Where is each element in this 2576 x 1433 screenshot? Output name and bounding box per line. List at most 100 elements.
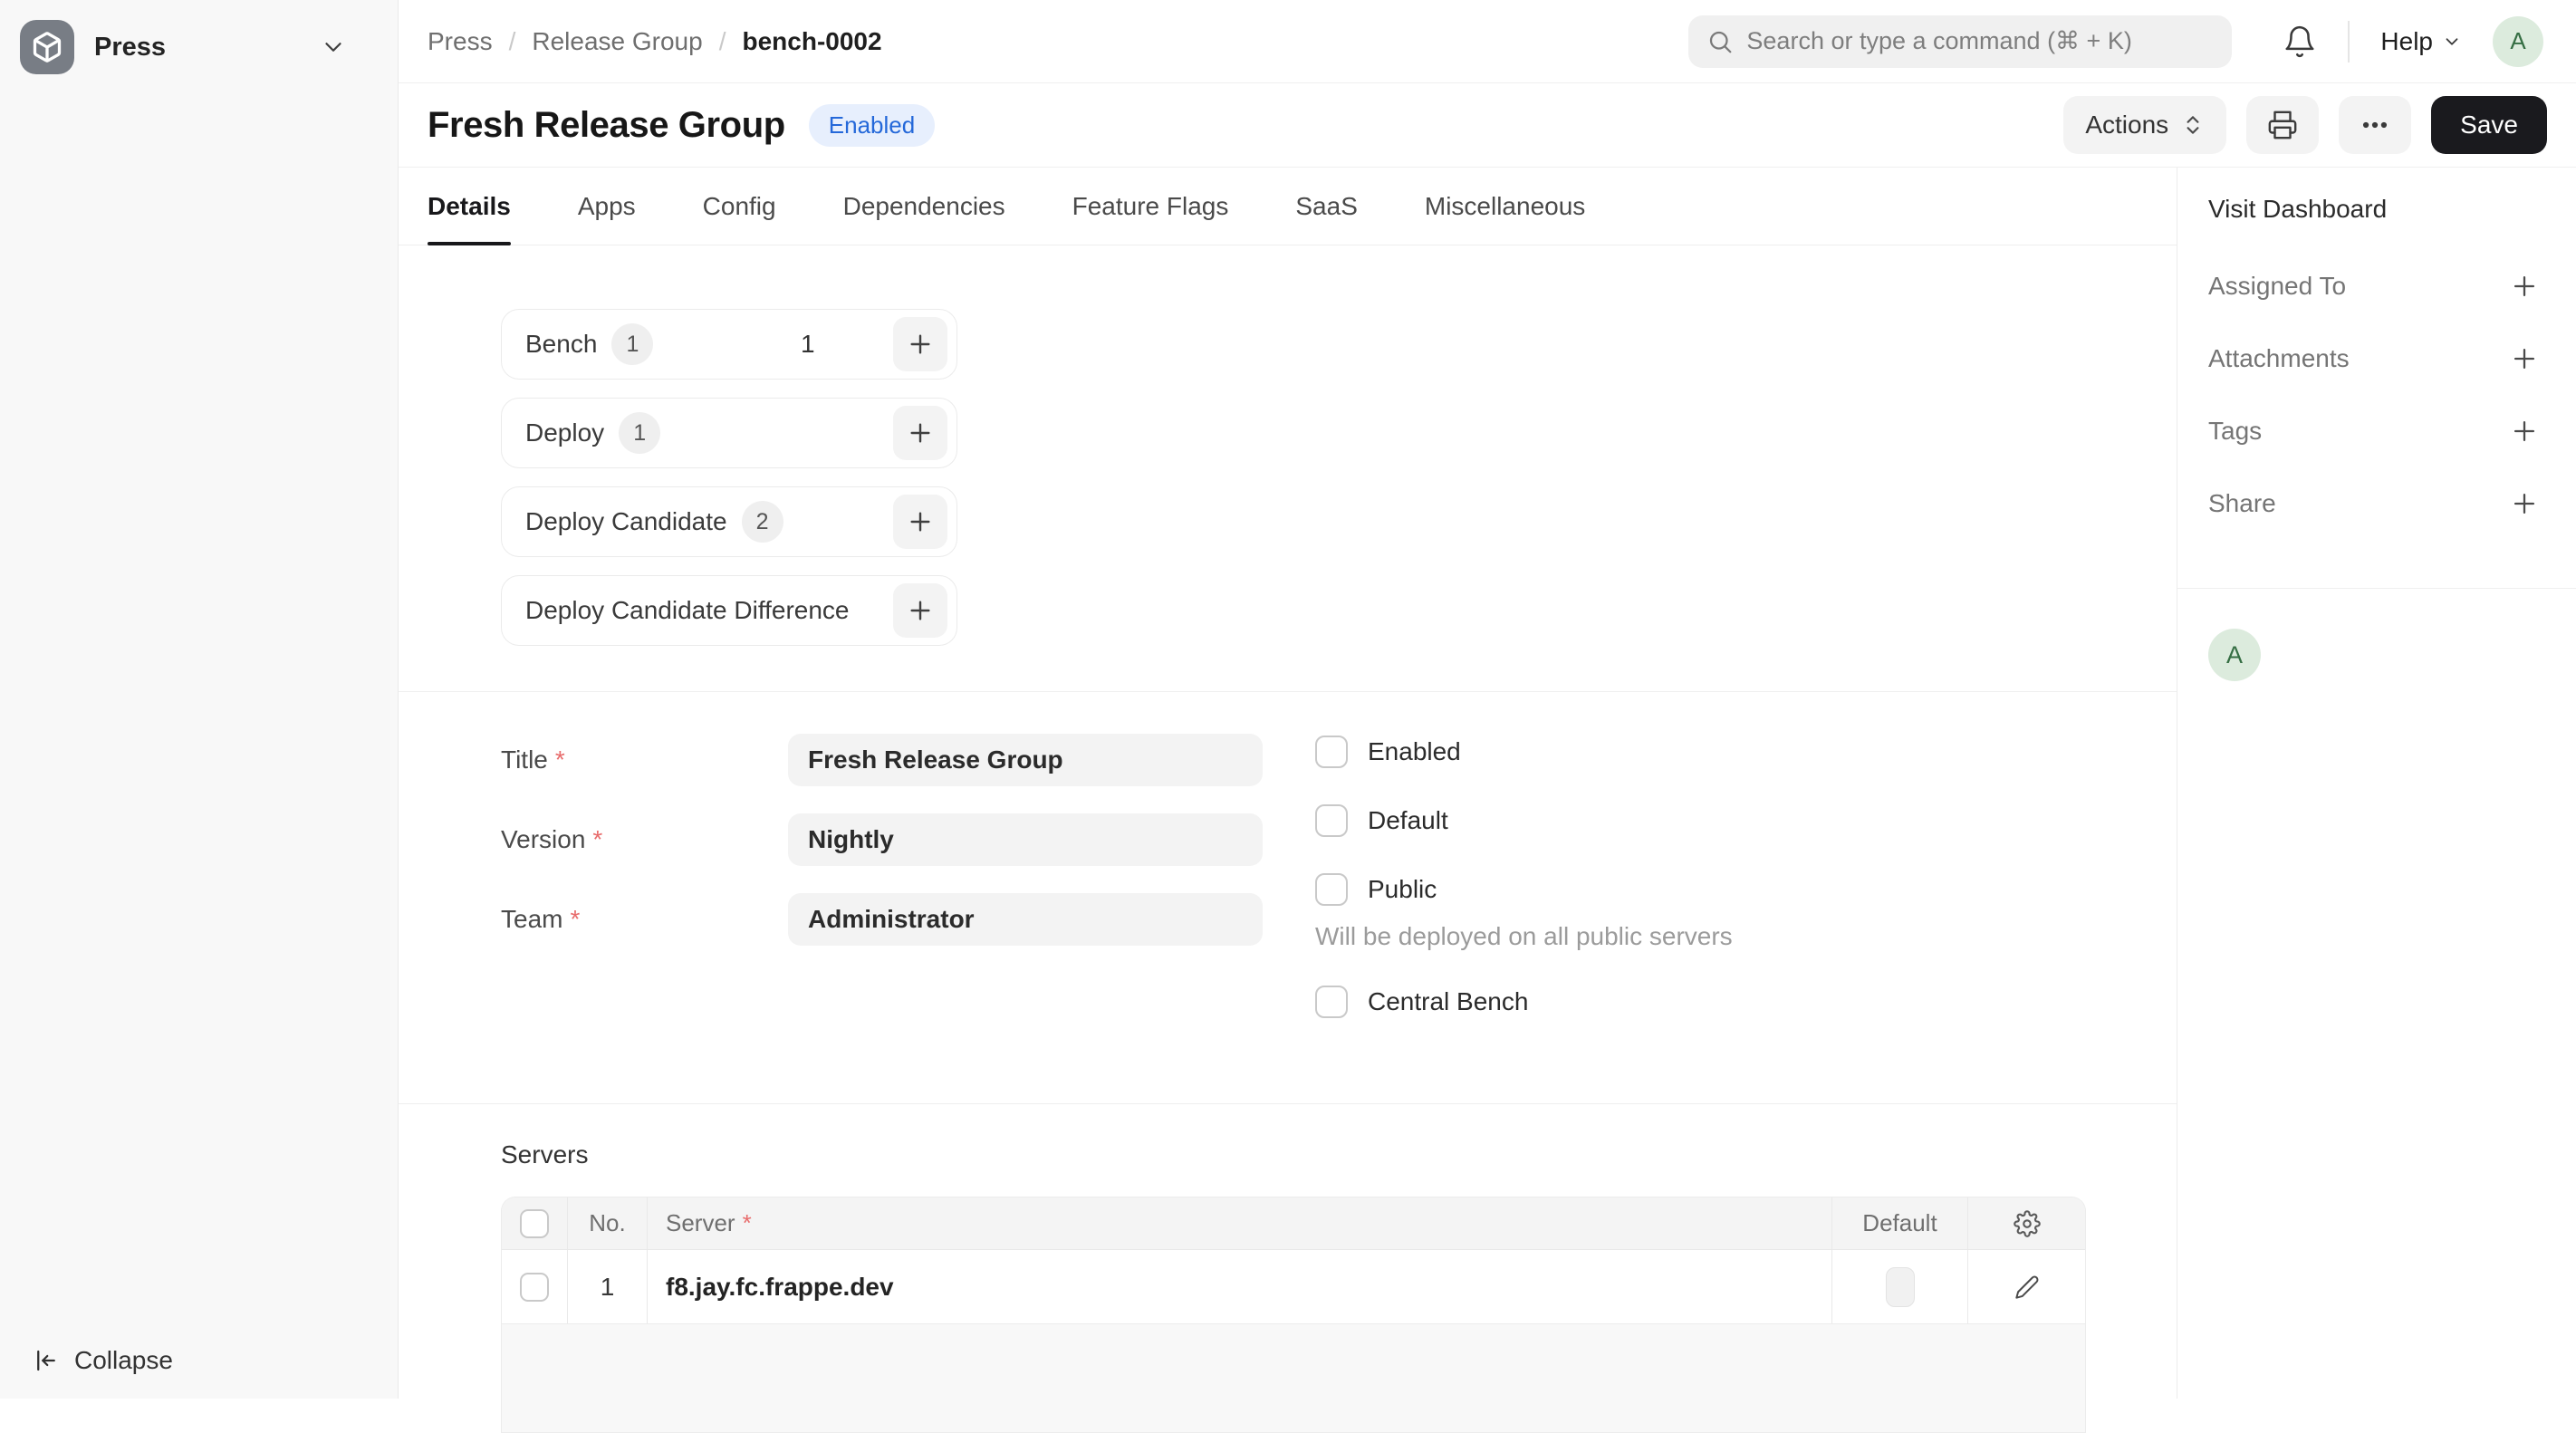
pencil-icon (2014, 1274, 2040, 1300)
save-button[interactable]: Save (2431, 96, 2547, 154)
actions-dropdown-button[interactable]: Actions (2063, 96, 2226, 154)
global-search[interactable] (1688, 15, 2232, 68)
document-header: Fresh Release Group Enabled Actions (399, 83, 2576, 168)
row-select-cell (502, 1250, 567, 1323)
servers-table-footer (501, 1324, 2086, 1433)
title-input[interactable] (788, 734, 1263, 786)
breadcrumb-press[interactable]: Press (428, 27, 493, 56)
enabled-checkbox[interactable] (1315, 736, 1348, 768)
row-no-cell: 1 (567, 1250, 647, 1323)
breadcrumb-release-group[interactable]: Release Group (532, 27, 702, 56)
user-avatar[interactable]: A (2493, 16, 2543, 67)
central-bench-checkbox[interactable] (1315, 986, 1348, 1018)
public-checkbox[interactable] (1315, 873, 1348, 906)
row-server-cell[interactable]: f8.jay.fc.frappe.dev (647, 1250, 1831, 1323)
add-tag-button[interactable] (2509, 416, 2540, 447)
add-attachment-button[interactable] (2509, 343, 2540, 374)
breadcrumb-separator: / (719, 27, 726, 56)
linked-documents-section: Bench 1 1 Deploy 1 (399, 245, 2177, 692)
panel-divider (2177, 588, 2576, 589)
field-label: Team * (501, 905, 788, 934)
collapse-label: Collapse (74, 1346, 173, 1375)
topbar-right: Help A (2283, 16, 2543, 67)
field-label-text: Team (501, 905, 562, 933)
servers-table: No. Server* Default (501, 1197, 2086, 1324)
visit-dashboard-link[interactable]: Visit Dashboard (2208, 195, 2540, 224)
servers-section-label: Servers (501, 1140, 2177, 1169)
add-bench-button[interactable] (893, 317, 947, 371)
actions-label: Actions (2085, 111, 2168, 139)
field-label-text: Title (501, 745, 548, 774)
header-no-cell: No. (567, 1197, 647, 1249)
topbar-divider (2348, 21, 2350, 63)
plus-icon (2509, 416, 2540, 447)
default-checkbox[interactable] (1315, 804, 1348, 837)
link-count-badge: 1 (611, 323, 653, 365)
tab-miscellaneous[interactable]: Miscellaneous (1425, 168, 1585, 245)
plus-icon (906, 418, 935, 447)
notifications-button[interactable] (2283, 24, 2317, 59)
grid-settings-button[interactable] (2014, 1210, 2041, 1237)
chevron-down-icon (2442, 32, 2462, 52)
edit-row-button[interactable] (2014, 1274, 2040, 1300)
gear-icon (2014, 1210, 2041, 1237)
link-card-deploy[interactable]: Deploy 1 (501, 398, 957, 468)
chevron-down-icon (320, 34, 347, 61)
link-card-deploy-candidate[interactable]: Deploy Candidate 2 (501, 486, 957, 557)
field-version: Version* (501, 813, 1315, 866)
tab-dependencies[interactable]: Dependencies (843, 168, 1005, 245)
add-deploy-button[interactable] (893, 406, 947, 460)
required-mark: * (592, 825, 602, 853)
print-button[interactable] (2246, 96, 2319, 154)
search-input[interactable] (1746, 27, 2214, 55)
tab-details[interactable]: Details (428, 168, 511, 245)
viewer-avatar[interactable]: A (2208, 629, 2261, 681)
required-mark: * (570, 905, 580, 933)
field-label-text: Version (501, 825, 585, 853)
row-default-checkbox[interactable] (1886, 1267, 1915, 1307)
tab-saas[interactable]: SaaS (1295, 168, 1358, 245)
tab-feature-flags[interactable]: Feature Flags (1072, 168, 1229, 245)
tab-config[interactable]: Config (703, 168, 776, 245)
tab-apps[interactable]: Apps (578, 168, 636, 245)
add-deploy-candidate-button[interactable] (893, 495, 947, 549)
right-panel: Visit Dashboard Assigned To Attachments … (2177, 168, 2576, 1399)
link-card-label: Deploy Candidate Difference (525, 596, 849, 625)
collapse-sidebar-button[interactable]: Collapse (33, 1346, 173, 1375)
servers-table-header: No. Server* Default (502, 1197, 2085, 1250)
required-mark: * (743, 1209, 752, 1237)
breadcrumb-separator: / (509, 27, 516, 56)
server-table-row: 1 f8.jay.fc.frappe.dev (502, 1250, 2085, 1324)
share-label: Share (2208, 489, 2276, 518)
add-deploy-candidate-difference-button[interactable] (893, 583, 947, 638)
required-mark: * (555, 745, 565, 774)
plus-icon (906, 596, 935, 625)
team-input[interactable] (788, 893, 1263, 946)
more-options-button[interactable] (2339, 96, 2411, 154)
plus-icon (906, 330, 935, 359)
form-checkboxes: Enabled Default Public (1315, 734, 1733, 1054)
field-label: Title* (501, 745, 788, 774)
version-input[interactable] (788, 813, 1263, 866)
open-count: 1 (801, 330, 815, 359)
help-menu[interactable]: Help (2380, 27, 2462, 56)
link-card-bench[interactable]: Bench 1 1 (501, 309, 957, 380)
panel-item-attachments: Attachments (2208, 343, 2540, 374)
link-card-label: Bench (525, 330, 597, 359)
press-logo (20, 20, 74, 74)
app-switcher[interactable]: Press (0, 0, 398, 94)
link-count-badge: 1 (619, 412, 660, 454)
servers-section: Servers No. Server* Default (399, 1104, 2177, 1433)
row-select-checkbox[interactable] (520, 1273, 549, 1302)
checkbox-label: Default (1368, 806, 1448, 835)
status-badge: Enabled (809, 104, 935, 147)
row-default-cell (1831, 1250, 1967, 1323)
select-all-checkbox[interactable] (520, 1209, 549, 1238)
checkbox-label: Public (1368, 875, 1437, 904)
link-card-deploy-candidate-difference[interactable]: Deploy Candidate Difference (501, 575, 957, 646)
add-assignment-button[interactable] (2509, 271, 2540, 302)
field-team: Team * (501, 893, 1315, 946)
topbar: Press / Release Group / bench-0002 (399, 0, 2576, 83)
share-button[interactable] (2509, 488, 2540, 519)
header-default-cell: Default (1831, 1197, 1967, 1249)
